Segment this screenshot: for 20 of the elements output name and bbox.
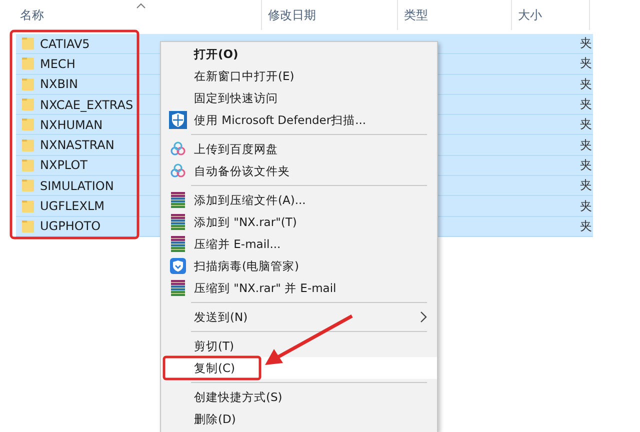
file-type: 夹 bbox=[579, 55, 592, 72]
file-type: 夹 bbox=[579, 35, 592, 52]
file-name: SIMULATION bbox=[40, 178, 114, 193]
file-name: MECH bbox=[40, 56, 76, 71]
file-type: 夹 bbox=[579, 198, 592, 215]
file-name: NXHUMAN bbox=[40, 118, 103, 132]
file-name: NXPLOT bbox=[40, 158, 88, 172]
file-name: UGPHOTO bbox=[40, 219, 101, 234]
file-type: 夹 bbox=[579, 177, 592, 194]
file-type: 夹 bbox=[579, 156, 592, 174]
file-type: 夹 bbox=[579, 96, 592, 114]
file-type: 夹 bbox=[579, 76, 592, 93]
file-name: UGFLEXLM bbox=[40, 199, 105, 214]
file-type: 夹 bbox=[579, 218, 592, 235]
file-name: NXBIN bbox=[40, 77, 78, 92]
file-name: CATIAV5 bbox=[40, 36, 90, 51]
file-name: NXCAE_EXTRAS bbox=[40, 98, 134, 112]
file-type: 夹 bbox=[579, 116, 592, 134]
file-name: NXNASTRAN bbox=[40, 138, 114, 152]
file-type: 夹 bbox=[579, 136, 592, 154]
